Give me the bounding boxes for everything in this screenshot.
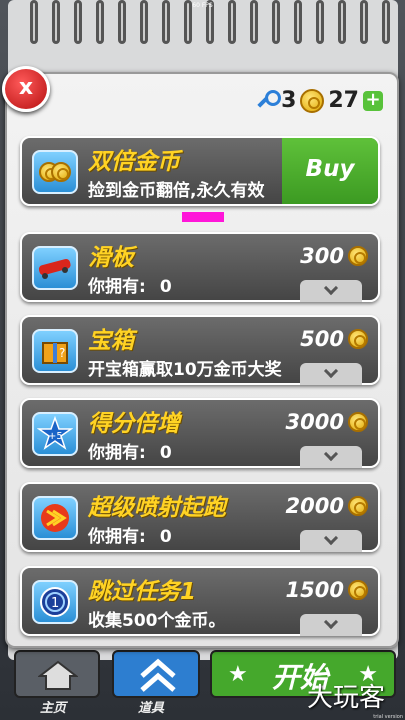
home-button[interactable] — [14, 650, 100, 698]
skateboard-icon — [32, 246, 78, 290]
expand-chevron-button[interactable] — [300, 530, 362, 552]
owned-text: 你拥有: 0 — [88, 443, 172, 463]
item-row-score-multiplier[interactable]: +5 得分倍增 你拥有: 0 3000 — [20, 398, 380, 468]
coin-icon — [348, 580, 368, 600]
add-coins-button[interactable]: + — [363, 90, 383, 111]
coin-icon — [300, 88, 325, 113]
mystery-box-icon: ? — [32, 329, 78, 373]
currency-bar: 3 27 + — [255, 88, 383, 113]
owned-text: 你拥有: 0 — [88, 277, 172, 297]
coin-icon — [348, 496, 368, 516]
trial-version-text: trial version — [373, 714, 403, 720]
featured-double-coins: 双倍金币 Buy 捡到金币翻倍,永久有效 — [20, 136, 380, 206]
item-row-skip-mission[interactable]: 1 跳过任务1 收集500个金币。 1500 — [20, 566, 380, 636]
expand-chevron-button[interactable] — [300, 614, 362, 636]
item-row-mystery-box[interactable]: ? 宝箱 开宝箱赢取10万金币大奖 500 — [20, 315, 380, 385]
item-desc: 开宝箱赢取10万金币大奖 — [88, 360, 282, 380]
item-title: 跳过任务1 — [88, 579, 197, 605]
home-label: 主页 — [40, 701, 67, 716]
coin-count: 27 — [328, 88, 359, 113]
super-jet-start-icon — [32, 496, 78, 540]
fps-counter: 60 FPS — [192, 2, 213, 9]
item-price: 1500 — [286, 578, 368, 602]
coin-icon — [348, 246, 368, 266]
item-title: 超级喷射起跑 — [88, 495, 226, 521]
item-price: 2000 — [286, 494, 368, 518]
expand-chevron-button[interactable] — [300, 363, 362, 385]
item-row-super-jet-start[interactable]: 超级喷射起跑 你拥有: 0 2000 — [20, 482, 380, 552]
chevron-down-icon — [323, 614, 339, 630]
item-price: 500 — [300, 327, 368, 351]
double-coins-icon — [32, 150, 78, 194]
page-indicator — [182, 212, 224, 222]
watermark: 大玩客 — [306, 683, 385, 713]
chevron-down-icon — [323, 280, 339, 296]
chevron-down-icon — [323, 530, 339, 546]
svg-text:?: ? — [59, 346, 65, 360]
svg-text:+5: +5 — [48, 431, 63, 442]
close-icon: x — [18, 75, 34, 100]
key-icon — [255, 89, 282, 112]
item-title: 得分倍增 — [88, 411, 180, 437]
coin-icon — [348, 329, 368, 349]
chevron-down-icon — [323, 363, 339, 379]
item-title: 宝箱 — [88, 328, 134, 354]
bottom-nav: 主页 道具 ★ 开始 ★ 大玩客 trial version — [0, 650, 405, 720]
items-label: 道具 — [138, 701, 165, 716]
item-title: 滑板 — [88, 245, 134, 271]
featured-title: 双倍金币 — [88, 149, 180, 175]
expand-chevron-button[interactable] — [300, 280, 362, 302]
skip-mission-icon: 1 — [32, 580, 78, 624]
owned-text: 你拥有: 0 — [88, 527, 172, 547]
featured-subtitle: 捡到金币翻倍,永久有效 — [88, 181, 265, 201]
chevron-down-icon — [323, 446, 339, 462]
item-price: 3000 — [286, 410, 368, 434]
svg-text:1: 1 — [51, 596, 59, 611]
score-multiplier-icon: +5 — [32, 412, 78, 456]
item-row-skateboard[interactable]: 滑板 你拥有: 0 300 — [20, 232, 380, 302]
star-icon: ★ — [228, 662, 248, 687]
items-button[interactable] — [112, 650, 200, 698]
chevron-up-icon — [140, 658, 176, 692]
buy-button[interactable]: Buy — [282, 138, 378, 204]
key-count: 3 — [281, 88, 297, 113]
expand-chevron-button[interactable] — [300, 446, 362, 468]
item-price: 300 — [300, 244, 368, 268]
home-icon — [38, 660, 78, 690]
item-desc: 收集500个金币。 — [88, 611, 226, 631]
coin-icon — [348, 412, 368, 432]
close-button[interactable]: x — [2, 66, 50, 112]
